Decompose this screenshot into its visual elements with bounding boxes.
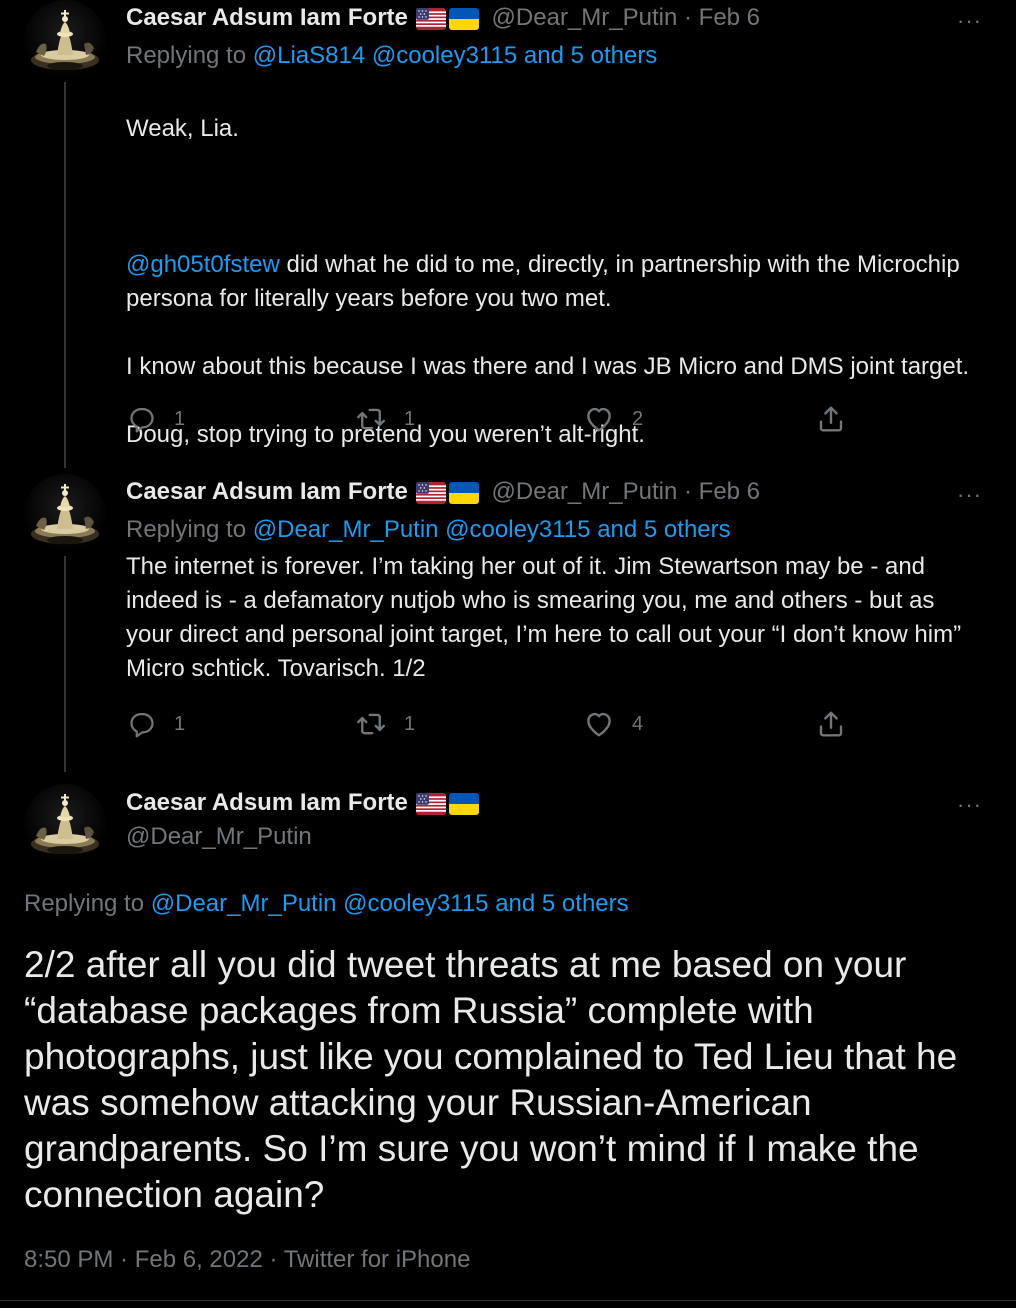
user-handle[interactable]: @Dear_Mr_Putin	[492, 4, 678, 31]
more-icon[interactable]: ···	[957, 10, 982, 32]
reply-button[interactable]: 1	[128, 707, 185, 741]
retweet-icon	[356, 404, 386, 434]
chess-king-avatar-icon	[24, 474, 106, 556]
tweet-header: Caesar Adsum Iam Forte @Dear_Mr_Putin · …	[126, 475, 760, 509]
retweet-icon	[356, 709, 386, 739]
more-icon[interactable]: ···	[957, 484, 982, 506]
retweet-button[interactable]: 1	[356, 402, 415, 436]
replying-to: Replying to @LiaS814 @cooley3115 and 5 o…	[126, 39, 657, 73]
main-tweet-handle-row: @Dear_Mr_Putin	[126, 820, 312, 854]
tweet-text-intro: Weak, Lia.	[126, 115, 239, 142]
avatar[interactable]	[24, 784, 106, 866]
us-flag-icon	[416, 8, 446, 30]
chess-king-avatar-icon	[24, 784, 106, 866]
tweet-text: Weak, Lia. @gh05t0fstew did what he did …	[126, 78, 986, 452]
ukraine-flag-icon	[449, 8, 479, 30]
reply-icon	[128, 710, 156, 738]
retweet-count: 1	[404, 712, 416, 735]
replying-to-link[interactable]: @LiaS814 @cooley3115 and 5 others	[253, 42, 658, 69]
display-name[interactable]: Caesar Adsum Iam Forte	[126, 4, 408, 31]
display-name[interactable]: Caesar Adsum Iam Forte	[126, 478, 408, 505]
chess-king-avatar-icon	[24, 0, 106, 82]
retweet-count: 1	[404, 407, 416, 430]
share-icon	[816, 709, 846, 739]
flag-emojis	[416, 2, 479, 36]
avatar[interactable]	[24, 0, 106, 82]
tweet-date[interactable]: Feb 6	[699, 478, 760, 505]
share-button[interactable]	[816, 402, 864, 436]
mention-link[interactable]: @gh05t0fstew	[126, 251, 280, 278]
user-handle[interactable]: @Dear_Mr_Putin	[126, 823, 312, 850]
replying-to: Replying to @Dear_Mr_Putin @cooley3115 a…	[126, 513, 731, 547]
avatar[interactable]	[24, 474, 106, 556]
like-count: 2	[632, 407, 644, 430]
tweet-actions: 1 1 2	[126, 402, 866, 436]
user-handle[interactable]: @Dear_Mr_Putin	[492, 478, 678, 505]
like-button[interactable]: 2	[584, 402, 643, 436]
us-flag-icon	[416, 793, 446, 815]
separator-dot: ·	[683, 478, 692, 505]
tweet-text: The internet is forever. I’m taking her …	[126, 553, 962, 682]
tweet-1[interactable]: Caesar Adsum Iam Forte @Dear_Mr_Putin · …	[0, 0, 1016, 470]
like-icon	[584, 404, 614, 434]
main-tweet-text: 2/2 after all you did tweet threats at m…	[24, 944, 958, 1215]
tweet-date[interactable]: Feb 6	[699, 4, 760, 31]
more-icon[interactable]: ···	[957, 794, 982, 816]
share-icon	[816, 404, 846, 434]
reply-icon	[128, 405, 156, 433]
flag-emojis	[416, 787, 479, 821]
like-button[interactable]: 4	[584, 707, 643, 741]
tweet-actions: 1 1 4	[126, 707, 866, 741]
main-tweet-name-row: Caesar Adsum Iam Forte	[126, 786, 479, 820]
reply-count: 1	[174, 712, 186, 735]
like-count: 4	[632, 712, 644, 735]
us-flag-icon	[416, 482, 446, 504]
reply-count: 1	[174, 407, 186, 430]
main-replying-to: Replying to @Dear_Mr_Putin @cooley3115 a…	[24, 890, 629, 918]
replying-to-link[interactable]: @Dear_Mr_Putin @cooley3115 and 5 others	[151, 890, 629, 917]
divider	[0, 1300, 1016, 1301]
tweet-header: Caesar Adsum Iam Forte @Dear_Mr_Putin · …	[126, 1, 760, 35]
replying-prefix: Replying to	[24, 890, 151, 917]
replying-prefix: Replying to	[126, 516, 253, 543]
display-name[interactable]: Caesar Adsum Iam Forte	[126, 789, 408, 816]
like-icon	[584, 709, 614, 739]
separator-dot: ·	[683, 4, 692, 31]
tweet-2[interactable]: Caesar Adsum Iam Forte @Dear_Mr_Putin · …	[0, 474, 1016, 774]
ukraine-flag-icon	[449, 482, 479, 504]
reply-button[interactable]: 1	[128, 402, 185, 436]
share-button[interactable]	[816, 707, 864, 741]
tweet-timestamp-source[interactable]: 8:50 PM · Feb 6, 2022 · Twitter for iPho…	[24, 1246, 470, 1274]
replying-to-link[interactable]: @Dear_Mr_Putin @cooley3115 and 5 others	[253, 516, 731, 543]
ukraine-flag-icon	[449, 793, 479, 815]
flag-emojis	[416, 476, 479, 510]
retweet-button[interactable]: 1	[356, 707, 415, 741]
replying-prefix: Replying to	[126, 42, 253, 69]
